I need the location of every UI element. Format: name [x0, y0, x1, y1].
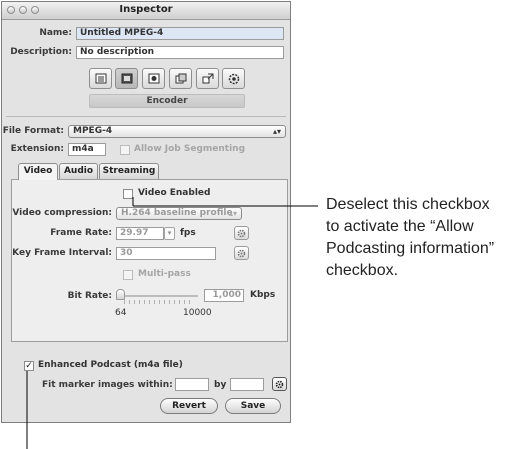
callout-line: checkbox. — [326, 262, 399, 279]
callout-line: to activate the “Allow — [326, 218, 474, 235]
tab-video[interactable]: Video — [18, 163, 58, 180]
callout-line: Deselect this checkbox — [326, 196, 490, 213]
callout-text: Deselect this checkbox to activate the “… — [326, 194, 522, 282]
callout-line: Podcasting information” — [326, 240, 495, 257]
